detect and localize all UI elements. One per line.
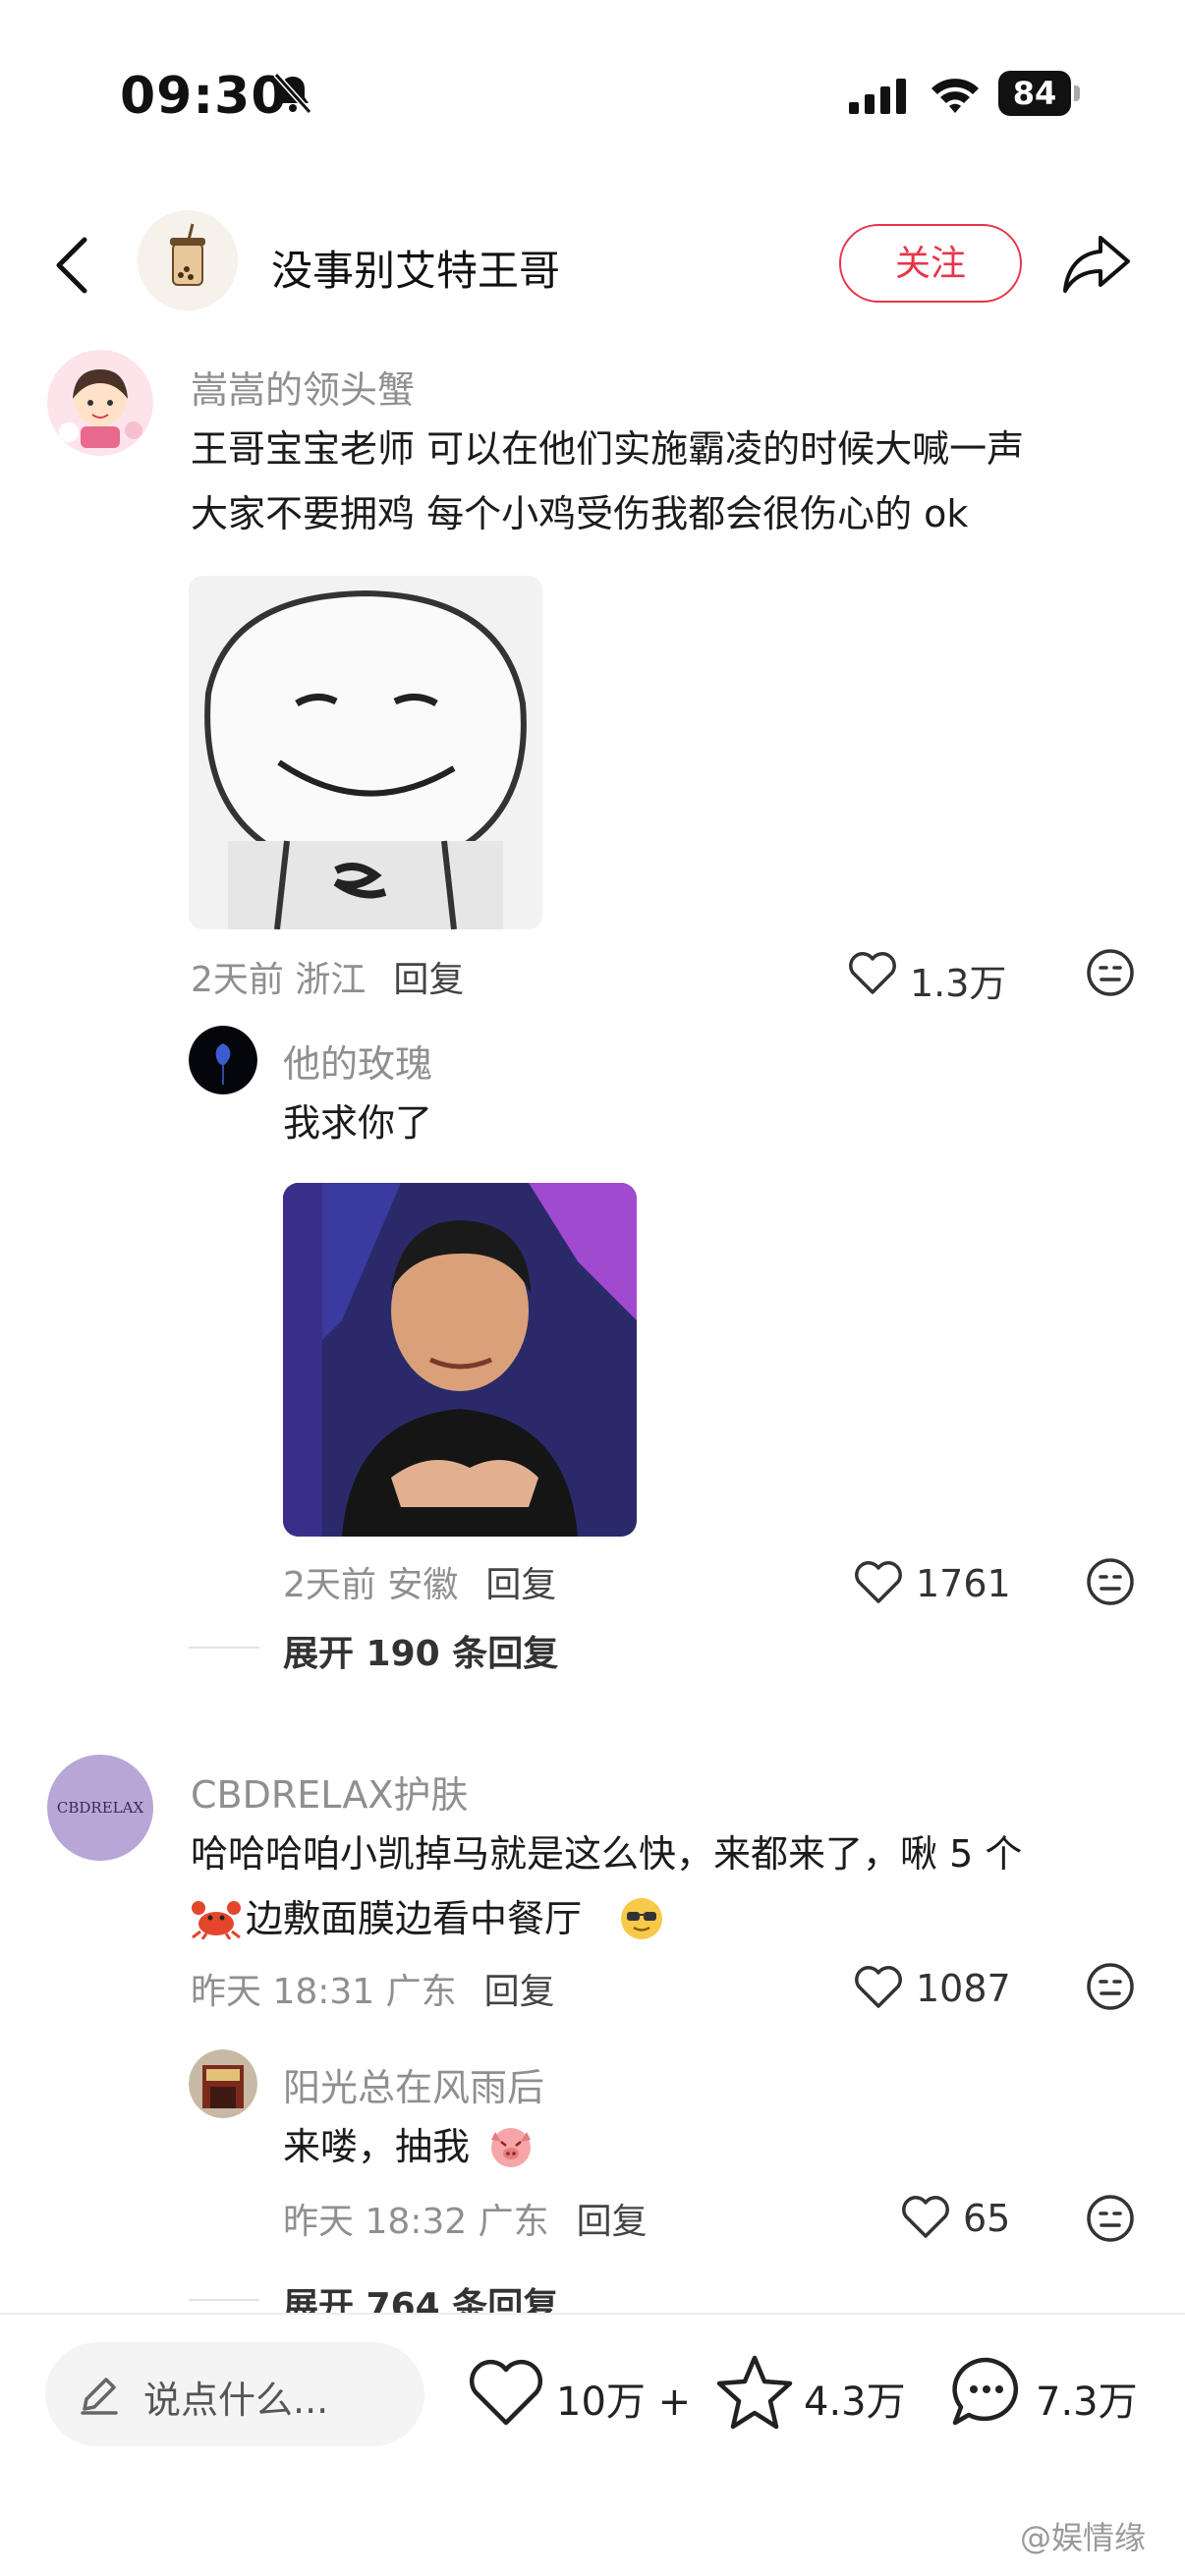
sunglasses-emoji xyxy=(621,1898,662,1939)
back-arrow-icon[interactable] xyxy=(51,234,94,297)
comment-username[interactable]: 嵩嵩的领头蟹 xyxy=(191,360,415,414)
reply-meta: 2天前 安徽 回复 xyxy=(283,1556,556,1607)
star-icon[interactable] xyxy=(715,2352,794,2431)
comment-input-placeholder: 说点什么... xyxy=(143,2379,329,2422)
face-icon[interactable] xyxy=(1085,1961,1136,2012)
comment-input[interactable]: 说点什么... xyxy=(45,2342,424,2446)
reply-button[interactable]: 回复 xyxy=(393,960,464,1000)
page-avatar[interactable] xyxy=(138,210,238,310)
page-title: 没事别艾特王哥 xyxy=(271,247,561,295)
reaction-photo-image[interactable] xyxy=(283,1183,637,1537)
avatar[interactable]: CBDRELAX xyxy=(47,1755,153,1861)
avatar-logo-text: CBDRELAX xyxy=(56,1799,144,1817)
comment-time-location: 昨天 18:31 广东 xyxy=(191,1972,457,2012)
comment-bubble-icon[interactable] xyxy=(947,2352,1026,2431)
like-count: 1.3万 xyxy=(910,962,1007,1005)
comment-text-line: 王哥宝宝老师 可以在他们实施霸凌的时候大喊一声 xyxy=(191,427,1025,471)
pencil-icon xyxy=(81,2378,118,2415)
avatar[interactable] xyxy=(189,1026,257,1094)
pig-emoji xyxy=(491,2128,531,2167)
bell-slash-icon xyxy=(273,72,312,115)
comment-text-line: 大家不要拥鸡 每个小鸡受伤我都会很伤心的 ok xyxy=(191,492,969,535)
expand-replies-link[interactable]: 展开 764 条回复 xyxy=(283,2286,558,2313)
avatar[interactable] xyxy=(189,2049,257,2118)
battery-icon: 84 xyxy=(998,71,1081,116)
like-count: 1761 xyxy=(916,1562,1011,1605)
heart-icon[interactable] xyxy=(900,2193,951,2240)
face-icon[interactable] xyxy=(1085,1556,1136,1607)
comment-username[interactable]: CBDRELAX护肤 xyxy=(191,1764,468,1819)
share-icon[interactable] xyxy=(1061,232,1132,295)
reply-button[interactable]: 回复 xyxy=(577,2202,648,2242)
comment-meta: 昨天 18:31 广东 回复 xyxy=(191,1963,555,2014)
comment-text-line: 边敷面膜边看中餐厅 xyxy=(246,1897,583,1940)
crab-emoji xyxy=(192,1901,241,1939)
reply-time-location: 2天前 安徽 xyxy=(283,1565,459,1605)
reply-username[interactable]: 阳光总在风雨后 xyxy=(283,2057,544,2111)
reply-text: 来喽，抽我 xyxy=(283,2125,471,2168)
face-icon[interactable] xyxy=(1085,947,1136,998)
heart-icon[interactable] xyxy=(468,2356,544,2429)
like-count: 1087 xyxy=(916,1967,1011,2010)
heart-icon[interactable] xyxy=(847,949,898,996)
follow-button[interactable]: 关注 xyxy=(839,224,1022,303)
expand-divider xyxy=(189,2299,259,2301)
expand-replies-clip: 展开 764 条回复 xyxy=(283,2277,558,2313)
total-likes-count: 10万 + xyxy=(556,2380,692,2425)
watermark: @娱情缘 xyxy=(1019,2519,1146,2556)
reply-username[interactable]: 他的玫瑰 xyxy=(283,1034,432,1088)
reply-time-location: 昨天 18:32 广东 xyxy=(283,2202,549,2242)
reply-meta: 昨天 18:32 广东 回复 xyxy=(283,2193,648,2244)
face-icon[interactable] xyxy=(1085,2193,1136,2244)
total-stars-count: 4.3万 xyxy=(804,2380,906,2425)
signal-icon xyxy=(849,79,906,114)
comment-text-line: 哈哈哈咱小凯掉马就是这么快，来都来了，啾 5 个 xyxy=(191,1832,1023,1876)
bottom-divider xyxy=(0,2313,1185,2315)
avatar[interactable] xyxy=(47,350,153,456)
status-time: 09:30 xyxy=(120,67,288,126)
comment-meta: 2天前 浙江 回复 xyxy=(191,951,464,1002)
comment-time-location: 2天前 浙江 xyxy=(191,960,367,1000)
reply-button[interactable]: 回复 xyxy=(484,1972,555,2012)
reply-text-row: 来喽，抽我 xyxy=(283,2114,676,2179)
meme-sticker-image[interactable] xyxy=(189,576,542,929)
total-comments-count: 7.3万 xyxy=(1036,2380,1138,2425)
comment-text-row: 边敷面膜边看中餐厅 xyxy=(191,1886,977,1951)
reply-button[interactable]: 回复 xyxy=(485,1565,556,1605)
heart-icon[interactable] xyxy=(853,1963,904,2010)
wifi-icon xyxy=(931,79,979,113)
like-count: 65 xyxy=(963,2197,1011,2240)
reply-text: 我求你了 xyxy=(283,1101,433,1145)
expand-divider xyxy=(189,1647,259,1649)
heart-icon[interactable] xyxy=(853,1558,904,1605)
battery-level: 84 xyxy=(998,71,1071,116)
expand-replies-link[interactable]: 展开 190 条回复 xyxy=(283,1625,558,1676)
